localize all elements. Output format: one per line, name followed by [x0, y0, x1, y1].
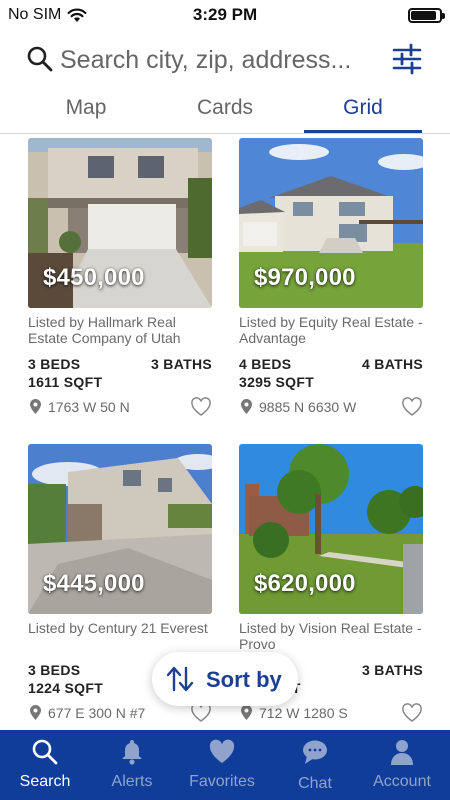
tab-cards[interactable]: Cards [175, 96, 275, 132]
listing-agent: Listed by Equity Real Estate - Advantage [239, 314, 423, 346]
listing-address: 712 W 1280 S [259, 705, 348, 721]
person-icon [391, 740, 413, 765]
search-icon [27, 46, 53, 72]
tab-map[interactable]: Map [36, 96, 136, 132]
listing-address-row: 9885 N 6630 W [239, 396, 423, 418]
location-pin-icon [241, 399, 252, 414]
search-bar [0, 38, 450, 84]
listing-sqft: 1224 SQFT [28, 680, 104, 696]
listing-baths: 3 BATHS [362, 662, 423, 678]
listing-price: $450,000 [43, 264, 145, 291]
listing-grid: $450,000 Listed by Hallmark Real Estate … [0, 138, 450, 730]
sort-by-button[interactable]: Sort by [152, 652, 298, 706]
favorite-heart-icon[interactable] [401, 397, 423, 417]
listing-photo[interactable]: $970,000 [239, 138, 423, 308]
listing-agent: Listed by Century 21 Everest [28, 620, 208, 636]
bell-icon [122, 740, 142, 765]
nav-alerts[interactable]: Alerts [87, 730, 177, 800]
listing-price: $620,000 [254, 570, 356, 597]
battery-icon [408, 8, 445, 23]
listing-baths: 4 BATHS [362, 356, 423, 372]
active-tab-indicator [304, 130, 422, 133]
status-time: 3:29 PM [192, 5, 258, 24]
location-pin-icon [30, 399, 41, 414]
listing-beds: 4 BEDS [239, 356, 292, 372]
nav-search-label: Search [19, 773, 71, 790]
nav-chat-label: Chat [298, 775, 332, 792]
listing-photo[interactable]: $445,000 [28, 444, 212, 614]
bottom-nav: Search Alerts Favorites Chat Account [0, 730, 450, 800]
listing-address: 677 E 300 N #7 [48, 705, 146, 721]
listing-price: $970,000 [254, 264, 356, 291]
listing-address: 1763 W 50 N [48, 399, 130, 415]
nav-search[interactable]: Search [0, 730, 90, 800]
listing-agent: Listed by Hallmark Real Estate Company o… [28, 314, 181, 346]
tab-grid[interactable]: Grid [304, 96, 422, 132]
listing-photo[interactable]: $450,000 [28, 138, 212, 308]
filter-sliders-icon[interactable] [392, 43, 422, 75]
listing-address: 9885 N 6630 W [259, 399, 357, 415]
search-icon [32, 739, 58, 765]
status-bar: No SIM 3:29 PM [0, 0, 450, 30]
location-pin-icon [241, 705, 252, 720]
favorite-heart-icon[interactable] [401, 703, 423, 723]
listing-beds: 3 BEDS [28, 662, 81, 678]
sort-by-label: Sort by [206, 667, 282, 692]
listing-price: $445,000 [43, 570, 145, 597]
chat-bubble-icon [303, 740, 327, 764]
nav-chat[interactable]: Chat [270, 730, 360, 800]
nav-favorites[interactable]: Favorites [177, 730, 267, 800]
sort-arrows-icon [166, 666, 194, 692]
heart-icon [209, 739, 235, 763]
listing-photo[interactable]: $620,000 [239, 444, 423, 614]
listing-agent: Listed by Vision Real Estate - Provo [239, 620, 422, 652]
nav-account-label: Account [373, 773, 431, 790]
view-tabs: Map Cards Grid [0, 92, 450, 134]
location-pin-icon [30, 705, 41, 720]
search-input[interactable] [60, 43, 378, 77]
favorite-heart-icon[interactable] [190, 397, 212, 417]
battery-level [411, 11, 436, 20]
nav-account[interactable]: Account [357, 730, 447, 800]
listing-sqft: 3295 SQFT [239, 374, 315, 390]
listing-address-row: 1763 W 50 N [28, 396, 212, 418]
nav-favorites-label: Favorites [189, 773, 255, 790]
listing-beds: 3 BEDS [28, 356, 81, 372]
listing-sqft: 1611 SQFT [28, 374, 103, 390]
nav-alerts-label: Alerts [111, 773, 153, 790]
favorite-heart-icon[interactable] [190, 703, 212, 723]
listing-baths: 3 BATHS [151, 356, 212, 372]
